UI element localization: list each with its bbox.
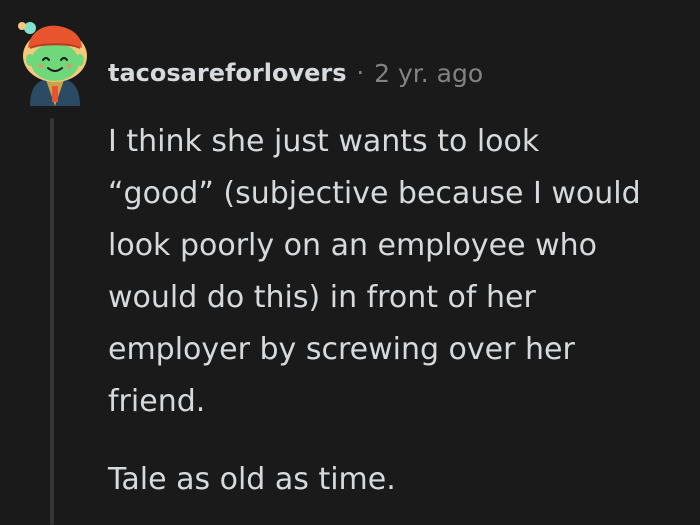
- comment: tacosareforlovers · 2 yr. ago I think sh…: [0, 0, 700, 525]
- comment-header: tacosareforlovers · 2 yr. ago: [108, 56, 483, 90]
- username-link[interactable]: tacosareforlovers: [108, 59, 347, 87]
- avatar[interactable]: [16, 16, 94, 106]
- comment-paragraph: Tale as old as time.: [108, 462, 396, 497]
- snoo-avatar-icon: [18, 22, 87, 106]
- meta-separator: ·: [356, 59, 365, 87]
- comment-body: I think she just wants to look “good” (s…: [108, 116, 683, 506]
- comment-paragraph: I think she just wants to look “good” (s…: [108, 124, 641, 419]
- thread-line[interactable]: [50, 118, 54, 525]
- timestamp[interactable]: 2 yr. ago: [374, 59, 483, 88]
